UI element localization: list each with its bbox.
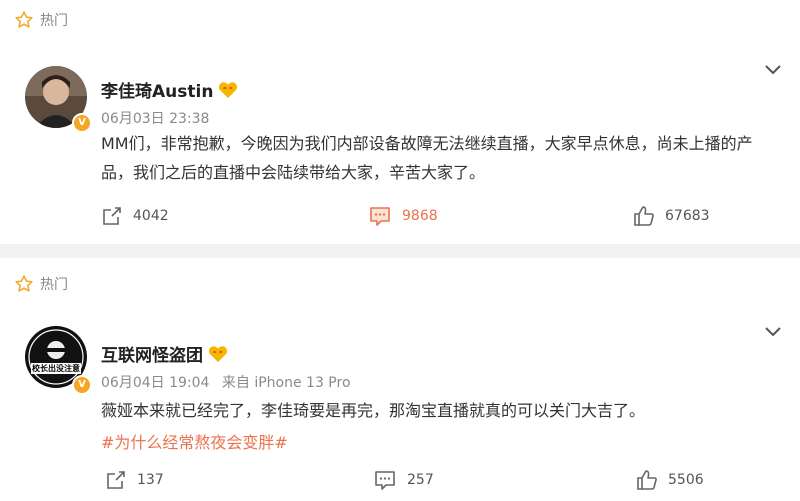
like-count: 67683 xyxy=(665,208,710,224)
vip-heart-icon xyxy=(219,81,238,98)
hot-tag-label: 热门 xyxy=(40,277,68,293)
hot-tag: 热门 xyxy=(14,10,68,30)
avatar-text: 校长出没注意 xyxy=(32,364,80,373)
repost-button[interactable]: 137 xyxy=(105,469,164,491)
post-body: MM们，非常抱歉，今晚因为我们内部设备故障无法继续直播，大家早点休息，尚未上播的… xyxy=(101,134,753,182)
verified-badge: V xyxy=(72,375,92,395)
weibo-post-card: 热门 V 李佳琦Austin 06月03日 23:38 MM们，非常抱歉，今晚因… xyxy=(0,0,800,244)
like-button[interactable]: 5506 xyxy=(636,469,704,491)
thumbs-up-icon xyxy=(637,470,657,490)
verified-badge: V xyxy=(72,113,92,133)
post-date[interactable]: 06月03日 23:38 xyxy=(101,111,209,127)
repost-icon xyxy=(103,207,121,225)
hot-tag: 热门 xyxy=(14,274,68,294)
repost-button[interactable]: 4042 xyxy=(101,205,169,227)
post-body: 薇娅本来就已经完了，李佳琦要是再完，那淘宝直播就真的可以关门大吉了。 xyxy=(101,401,646,420)
chevron-down-icon[interactable] xyxy=(764,64,782,76)
like-count: 5506 xyxy=(668,472,704,488)
post-meta: 06月04日 19:04 来自 iPhone 13 Pro xyxy=(101,372,359,392)
post-meta: 06月03日 23:38 xyxy=(101,108,217,128)
thumbs-up-icon xyxy=(634,206,654,226)
repost-count: 4042 xyxy=(133,208,169,224)
hot-tag-label: 热门 xyxy=(40,13,68,29)
weibo-post-card: 热门 校长出没注意 V 互联网怪盗团 06月04日 19:04 来自 iPhon… xyxy=(0,258,800,501)
vip-heart-icon xyxy=(208,345,228,362)
comment-icon xyxy=(375,471,395,490)
repost-icon xyxy=(107,471,125,489)
post-actions: 137 257 5506 xyxy=(0,469,800,499)
comment-icon xyxy=(370,207,390,226)
comment-count: 9868 xyxy=(402,208,438,224)
comment-count: 257 xyxy=(407,472,434,488)
star-icon xyxy=(15,275,33,292)
post-source: 来自 iPhone 13 Pro xyxy=(221,375,351,391)
hashtag-link[interactable]: #为什么经常熬夜会变胖# xyxy=(101,429,288,453)
post-date[interactable]: 06月04日 19:04 xyxy=(101,375,209,391)
author-name[interactable]: 互联网怪盗团 xyxy=(101,341,203,366)
post-actions: 4042 9868 67683 xyxy=(0,205,800,235)
star-icon xyxy=(15,11,33,28)
repost-count: 137 xyxy=(137,472,164,488)
comment-button[interactable]: 9868 xyxy=(368,205,438,227)
like-button[interactable]: 67683 xyxy=(633,205,710,227)
chevron-down-icon[interactable] xyxy=(764,326,782,338)
author-name[interactable]: 李佳琦Austin xyxy=(101,77,213,102)
comment-button[interactable]: 257 xyxy=(373,469,434,491)
